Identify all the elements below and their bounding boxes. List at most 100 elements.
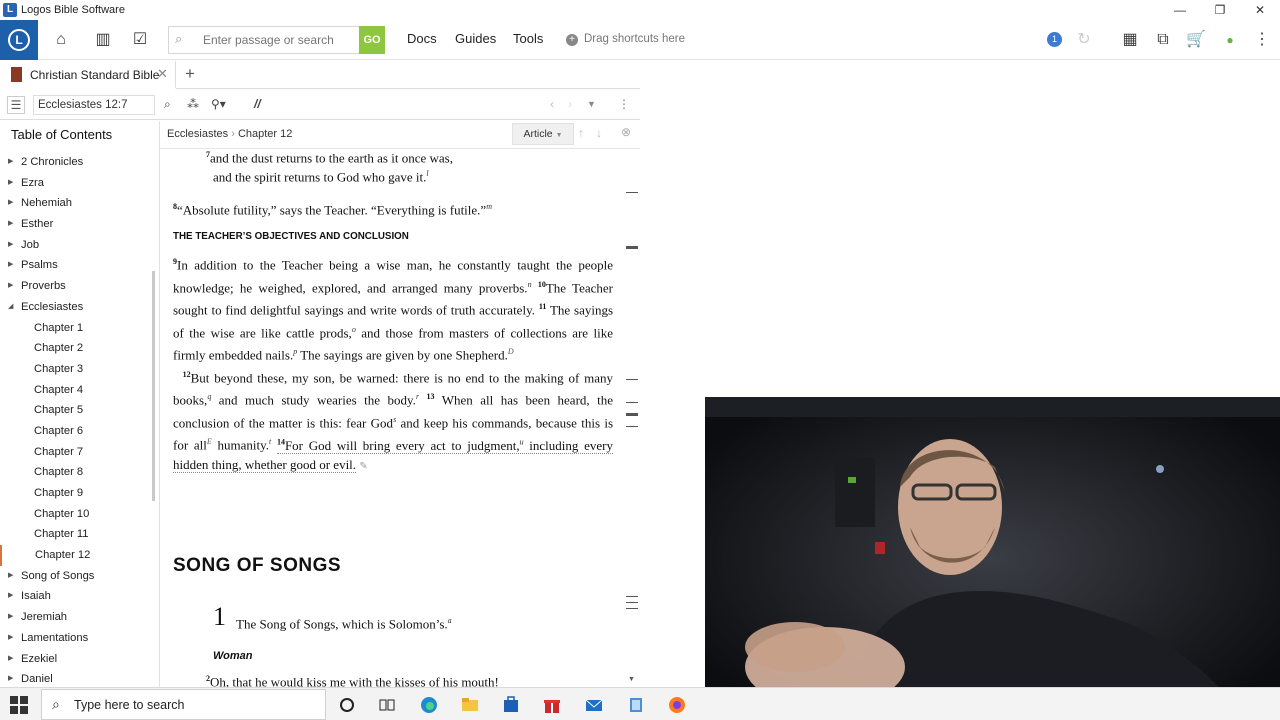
cortana-icon[interactable]: [338, 696, 356, 714]
verse-number[interactable]: 13: [427, 392, 435, 401]
visual-filter-icon[interactable]: ⁂: [187, 97, 199, 111]
breadcrumb-book[interactable]: Ecclesiastes: [167, 128, 228, 140]
pencil-icon[interactable]: ✎: [359, 461, 367, 472]
footnote-marker[interactable]: o: [352, 325, 356, 334]
cross-reference-marker[interactable]: D: [508, 347, 514, 356]
go-button[interactable]: GO: [359, 26, 385, 54]
toc-book-item[interactable]: ▶ Daniel: [0, 669, 150, 687]
verse-number[interactable]: 12: [183, 370, 191, 379]
cross-reference-marker[interactable]: E: [207, 437, 212, 446]
edge-browser-icon[interactable]: [420, 696, 438, 714]
history-dropdown-icon[interactable]: ▼: [587, 99, 596, 109]
collapsed-arrow-icon[interactable]: ▶: [8, 586, 13, 607]
forward-icon[interactable]: ›: [568, 97, 572, 111]
toc-toggle-icon[interactable]: ☰: [7, 96, 25, 114]
toc-chapter-item[interactable]: Chapter 12: [0, 545, 150, 566]
collapsed-arrow-icon[interactable]: ▶: [8, 276, 13, 297]
close-tab-icon[interactable]: ✕: [157, 66, 168, 82]
more-menu-icon[interactable]: ⋮: [1251, 30, 1273, 50]
mail-icon[interactable]: [585, 696, 603, 714]
scroll-thumb[interactable]: [626, 413, 638, 416]
footnote-marker[interactable]: t: [269, 437, 271, 446]
footnote-marker[interactable]: a: [448, 616, 452, 625]
store-icon[interactable]: [502, 696, 520, 714]
layouts-icon[interactable]: ▦: [1119, 30, 1141, 50]
toc-book-item[interactable]: ◢ Ecclesiastes: [0, 297, 150, 318]
toc-book-item[interactable]: ▶ Nehemiah: [0, 193, 150, 214]
toc-chapter-item[interactable]: Chapter 11: [0, 524, 150, 545]
toc-book-item[interactable]: ▶ Ezra: [0, 173, 150, 194]
footnote-marker[interactable]: l: [426, 169, 428, 178]
toc-book-item[interactable]: ▶ Song of Songs: [0, 566, 150, 587]
collapsed-arrow-icon[interactable]: ▶: [8, 566, 13, 587]
firefox-icon[interactable]: [668, 696, 686, 714]
tools-menu[interactable]: Tools: [513, 31, 543, 46]
collapsed-arrow-icon[interactable]: ▶: [8, 628, 13, 649]
toc-chapter-item[interactable]: Chapter 6: [0, 421, 150, 442]
footnote-marker[interactable]: r: [416, 392, 419, 401]
collapsed-arrow-icon[interactable]: ▶: [8, 649, 13, 670]
toc-book-item[interactable]: ▶ Proverbs: [0, 276, 150, 297]
toc-chapter-item[interactable]: Chapter 4: [0, 380, 150, 401]
collapsed-arrow-icon[interactable]: ▶: [8, 235, 13, 256]
passage-search-input[interactable]: [201, 31, 351, 49]
sync-icon[interactable]: ↻: [1073, 30, 1095, 50]
passage-search[interactable]: ⌕: [168, 26, 360, 54]
tab-christian-standard-bible[interactable]: Christian Standard Bible ✕: [0, 61, 176, 89]
toc-chapter-item[interactable]: Chapter 5: [0, 400, 150, 421]
toc-book-item[interactable]: ▶ Psalms: [0, 255, 150, 276]
notification-badge[interactable]: 1: [1047, 32, 1062, 47]
verse-number[interactable]: 11: [539, 302, 547, 311]
library-icon[interactable]: ▥: [92, 30, 114, 50]
taskbar-search[interactable]: ⌕ Type here to search: [41, 689, 326, 720]
toc-book-item[interactable]: ▶ Job: [0, 235, 150, 256]
user-status-icon[interactable]: ●: [1219, 30, 1241, 50]
verse-number[interactable]: 10: [538, 280, 546, 289]
toc-scrollbar[interactable]: [152, 271, 155, 501]
collapsed-arrow-icon[interactable]: ▶: [8, 152, 13, 173]
toc-book-item[interactable]: ▶ 2 Chronicles: [0, 152, 150, 173]
restore-button[interactable]: ❐: [1200, 0, 1240, 20]
collapsed-arrow-icon[interactable]: ▶: [8, 214, 13, 235]
toc-book-item[interactable]: ▶ Ezekiel: [0, 649, 150, 670]
footnote-marker[interactable]: m: [486, 202, 492, 211]
collapsed-arrow-icon[interactable]: ▶: [8, 607, 13, 628]
toc-chapter-item[interactable]: Chapter 1: [0, 318, 150, 339]
toc-book-item[interactable]: ▶ Lamentations: [0, 628, 150, 649]
close-article-icon[interactable]: ⊗: [621, 125, 631, 139]
breadcrumb-chapter[interactable]: Chapter 12: [238, 128, 292, 140]
toc-book-item[interactable]: ▶ Esther: [0, 214, 150, 235]
search-icon[interactable]: ⌕: [164, 97, 171, 112]
toc-chapter-item[interactable]: Chapter 3: [0, 359, 150, 380]
new-tab-button[interactable]: +: [185, 64, 195, 84]
text-filter-icon[interactable]: ⚲▾: [211, 97, 226, 111]
toc-chapter-item[interactable]: Chapter 2: [0, 338, 150, 359]
arrow-up-icon[interactable]: ↑: [578, 126, 584, 140]
minimize-button[interactable]: —: [1160, 0, 1200, 20]
back-icon[interactable]: ‹: [550, 97, 554, 111]
footnote-marker[interactable]: n: [528, 280, 532, 289]
shortcuts-bar[interactable]: + Drag shortcuts here: [566, 33, 685, 46]
parallel-resources-icon[interactable]: //: [254, 97, 261, 111]
toc-chapter-item[interactable]: Chapter 10: [0, 504, 150, 525]
collapsed-arrow-icon[interactable]: ▶: [8, 669, 13, 687]
collapsed-arrow-icon[interactable]: ▶: [8, 255, 13, 276]
reader-scrollbar[interactable]: ▼: [624, 150, 640, 687]
toc-chapter-item[interactable]: Chapter 7: [0, 442, 150, 463]
toc-chapter-item[interactable]: Chapter 8: [0, 462, 150, 483]
checklist-icon[interactable]: ☑: [129, 30, 151, 50]
close-window-button[interactable]: ✕: [1240, 0, 1280, 20]
expanded-arrow-icon[interactable]: ◢: [8, 297, 13, 318]
logos-logo-button[interactable]: L: [0, 20, 38, 60]
collapsed-arrow-icon[interactable]: ▶: [8, 173, 13, 194]
collapsed-arrow-icon[interactable]: ▶: [8, 193, 13, 214]
arrow-down-icon[interactable]: ↓: [596, 126, 602, 140]
task-view-icon[interactable]: [378, 696, 396, 714]
cart-icon[interactable]: 🛒: [1185, 30, 1207, 50]
footnote-marker[interactable]: p: [293, 347, 297, 356]
docs-menu[interactable]: Docs: [407, 31, 437, 46]
file-explorer-icon[interactable]: [461, 696, 479, 714]
toc-book-item[interactable]: ▶ Jeremiah: [0, 607, 150, 628]
footnote-marker[interactable]: q: [207, 392, 211, 401]
panel-menu-icon[interactable]: ⋮: [618, 97, 630, 111]
